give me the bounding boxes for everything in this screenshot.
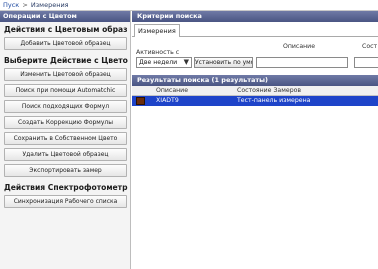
composition-input[interactable]	[354, 57, 378, 68]
column-description[interactable]: Описание	[156, 87, 188, 94]
right-panel: Критерии поиска Измерения Активность с О…	[132, 11, 378, 269]
save-own-color-button[interactable]: Сохранить в Собственном Цвето	[4, 132, 127, 145]
color-swatch	[136, 97, 145, 105]
results-count: (1 результаты)	[211, 76, 269, 84]
export-measurement-button[interactable]: Экспортировать замер	[4, 164, 127, 177]
automatchic-search-button[interactable]: Поиск при помощи Automatchic	[4, 84, 127, 97]
edit-color-sample-button[interactable]: Изменить Цветовой образец	[4, 68, 127, 81]
sync-worklist-button[interactable]: Синхронизация Рабочего списка	[4, 195, 127, 208]
activity-select-value: Две недели	[139, 59, 178, 66]
section-title-select-action: Выберите Действие с Цвето	[4, 56, 128, 65]
breadcrumb: Пуск > Измерения	[0, 0, 378, 11]
description-label: Описание	[283, 43, 316, 50]
row-status: Тест-панель измерена	[237, 97, 311, 104]
activity-select[interactable]: Две недели ▼	[136, 57, 192, 68]
set-default-button[interactable]: Установить по умол	[194, 57, 253, 68]
criteria-tabs: Измерения	[132, 22, 378, 37]
left-panel-header: Операции с Цветом	[0, 11, 130, 22]
left-panel: Операции с Цветом Действия с Цветовым об…	[0, 11, 131, 269]
tab-measurements[interactable]: Измерения	[134, 24, 180, 37]
find-formulas-button[interactable]: Поиск подходящих Формул	[4, 100, 127, 113]
row-description: XIADT9	[156, 97, 179, 104]
search-results-header: Результаты поиска (1 результаты)	[132, 75, 378, 86]
chevron-down-icon: ▼	[183, 58, 189, 66]
section-title-spectro-actions: Действия Спектрофотометр	[4, 183, 128, 192]
breadcrumb-current: Измерения	[30, 1, 69, 9]
delete-color-sample-button[interactable]: Удалить Цветовой образец	[4, 148, 127, 161]
search-criteria-header: Критерии поиска	[132, 11, 378, 22]
column-measurement-status[interactable]: Состояние Замеров	[237, 87, 301, 94]
description-input[interactable]	[256, 57, 348, 68]
criteria-form: Активность с Описание Сост Две недели ▼ …	[132, 37, 378, 72]
section-title-color-actions: Действия с Цветовым образ	[4, 25, 128, 34]
breadcrumb-home-link[interactable]: Пуск	[3, 1, 19, 9]
composition-label: Сост	[362, 43, 378, 50]
activity-label: Активность с	[136, 49, 180, 56]
results-title: Результаты поиска	[137, 76, 210, 84]
breadcrumb-separator: >	[22, 1, 28, 9]
results-table-header: Описание Состояние Замеров	[132, 86, 378, 96]
table-row[interactable]: XIADT9 Тест-панель измерена	[132, 96, 378, 106]
create-formula-correction-button[interactable]: Создать Коррекцию Формулы	[4, 116, 127, 129]
add-color-sample-button[interactable]: Добавить Цветовой образец	[4, 37, 127, 50]
